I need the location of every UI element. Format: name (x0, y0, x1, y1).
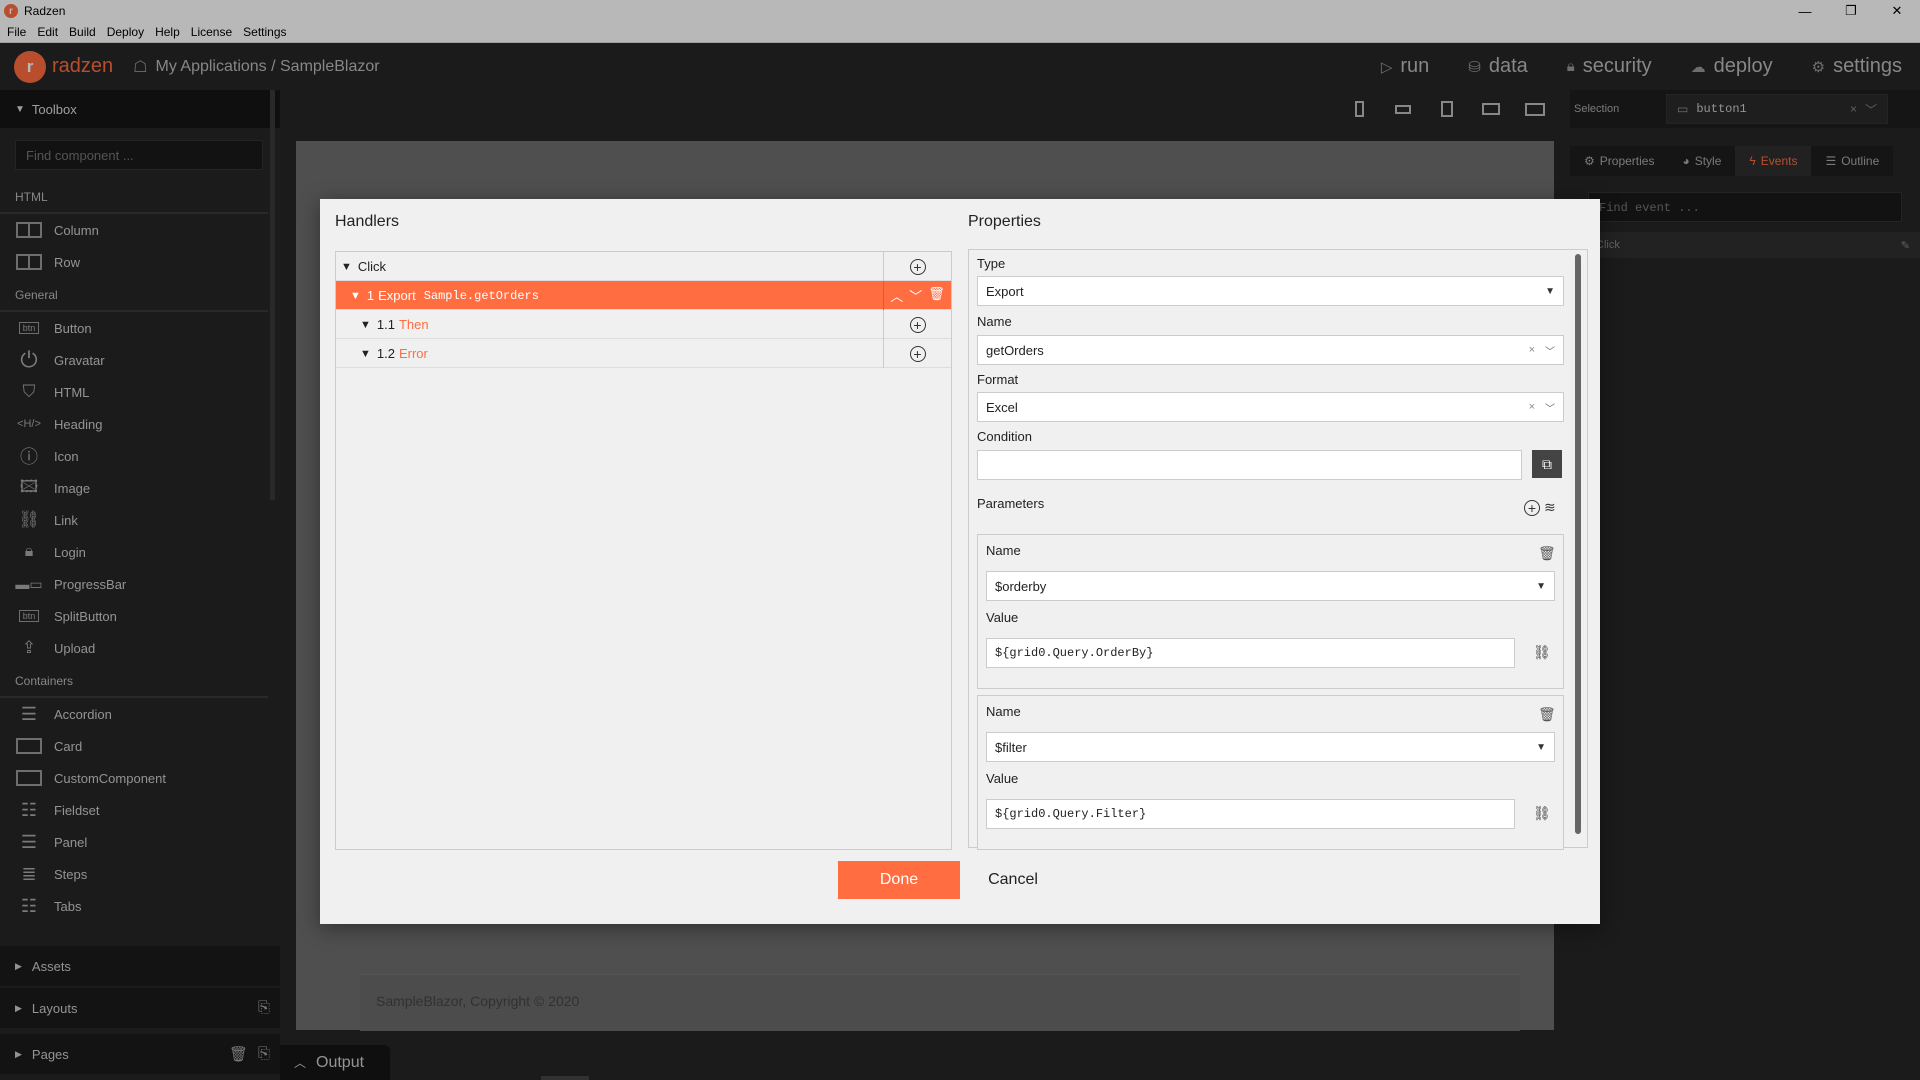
dropdown-arrow-icon: ▼ (1545, 285, 1555, 297)
param-value-label: Value (986, 610, 1019, 625)
dropdown-arrow-icon: ▼ (1536, 741, 1546, 753)
move-down-icon[interactable]: ﹀ (909, 286, 922, 305)
caret-down-icon[interactable]: ▼ (360, 348, 371, 360)
handler-target: Sample.getOrders (423, 288, 539, 303)
type-select[interactable]: Export ▼ (977, 276, 1564, 306)
caret-down-icon[interactable]: ▼ (341, 261, 352, 273)
layers-icon[interactable]: ≋ (1544, 499, 1556, 516)
add-handler-icon[interactable]: + (909, 258, 926, 275)
add-error-handler-icon[interactable]: + (909, 345, 926, 362)
event-handlers-dialog: Handlers Properties ▼ Click + ▼ 1 Export… (320, 199, 1600, 924)
properties-title: Properties (968, 213, 1041, 230)
trash-icon[interactable]: 🗑︎ (928, 286, 945, 305)
link-icon[interactable]: ⛓ (1533, 644, 1551, 661)
clear-icon[interactable]: × (1529, 344, 1535, 356)
handler-root-click[interactable]: ▼ Click + (336, 252, 951, 281)
move-up-icon[interactable]: ︿ (890, 286, 903, 305)
handler-number: 1 (366, 288, 375, 303)
handler-error[interactable]: ▼ 1.2 Error + (336, 339, 951, 368)
type-label: Type (977, 256, 1006, 271)
handler-number: 1.1 (376, 317, 395, 332)
add-parameter-icon[interactable]: + (1524, 500, 1540, 516)
name-value: getOrders (986, 342, 1044, 358)
param-name-value: $orderby (995, 578, 1047, 594)
param-value-label: Value (986, 771, 1019, 786)
handler-error-label: Error (398, 346, 428, 361)
param-name-label: Name (986, 543, 1021, 558)
cancel-button[interactable]: Cancel (968, 861, 1058, 899)
param-value-text: ${grid0.Query.Filter} (995, 807, 1147, 821)
chevron-down-icon[interactable]: ﹀ (1545, 400, 1555, 415)
parameters-label: Parameters (977, 496, 1045, 511)
type-value: Export (986, 283, 1024, 299)
handler-then[interactable]: ▼ 1.1 Then + (336, 310, 951, 339)
handler-export[interactable]: ▼ 1 Export Sample.getOrders ︿ ﹀ 🗑︎ (336, 281, 951, 310)
name-label: Name (977, 314, 1012, 329)
dropdown-arrow-icon: ▼ (1536, 580, 1546, 592)
clear-icon[interactable]: × (1529, 401, 1535, 413)
add-then-handler-icon[interactable]: + (909, 316, 926, 333)
condition-label: Condition (977, 429, 1032, 444)
expression-editor-button[interactable]: ⧉ (1532, 450, 1562, 478)
format-value: Excel (986, 399, 1018, 415)
external-link-icon: ⧉ (1542, 455, 1552, 472)
param-name-select[interactable]: $orderby ▼ (986, 571, 1555, 601)
param-value-input[interactable]: ${grid0.Query.OrderBy} (986, 638, 1515, 668)
name-dropdown[interactable]: getOrders × ﹀ (977, 335, 1564, 365)
param-name-label: Name (986, 704, 1021, 719)
handler-then-label: Then (398, 317, 429, 332)
format-label: Format (977, 372, 1019, 387)
param-value-input[interactable]: ${grid0.Query.Filter} (986, 799, 1515, 829)
caret-down-icon[interactable]: ▼ (350, 290, 361, 302)
handlers-tree: ▼ Click + ▼ 1 Export Sample.getOrders ︿ … (335, 251, 952, 850)
format-dropdown[interactable]: Excel × ﹀ (977, 392, 1564, 422)
chevron-down-icon[interactable]: ﹀ (1545, 343, 1555, 358)
trash-icon[interactable]: 🗑︎ (1538, 706, 1556, 723)
condition-input[interactable] (977, 450, 1522, 480)
done-button[interactable]: Done (838, 861, 960, 899)
param-name-select[interactable]: $filter ▼ (986, 732, 1555, 762)
trash-icon[interactable]: 🗑︎ (1538, 545, 1556, 562)
param-value-text: ${grid0.Query.OrderBy} (995, 646, 1154, 660)
properties-scrollbar[interactable] (1575, 254, 1581, 834)
handlers-title: Handlers (335, 213, 400, 230)
handler-number: 1.2 (376, 346, 395, 361)
handler-root-label: Click (357, 259, 387, 274)
param-name-value: $filter (995, 739, 1027, 755)
caret-down-icon[interactable]: ▼ (360, 319, 371, 331)
handler-type: Export (378, 288, 416, 303)
link-icon[interactable]: ⛓ (1533, 805, 1551, 822)
